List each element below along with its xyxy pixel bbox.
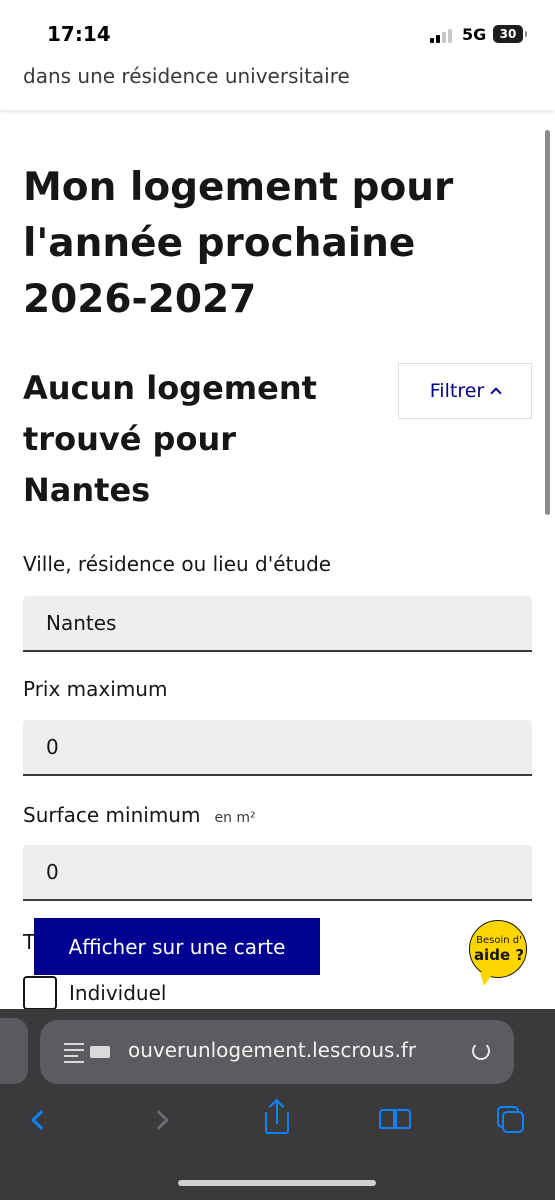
- share-button[interactable]: [257, 1098, 297, 1140]
- min-surface-unit-hint: en m²: [214, 810, 256, 826]
- forward-button[interactable]: [144, 1100, 184, 1140]
- network-type: 5G: [462, 25, 487, 44]
- forward-chevron-icon: [149, 1110, 169, 1130]
- previous-tab-peek[interactable]: [0, 1018, 28, 1084]
- max-price-input[interactable]: [23, 720, 532, 776]
- bookmarks-button[interactable]: [375, 1100, 415, 1140]
- reload-icon[interactable]: [472, 1042, 490, 1060]
- min-surface-input[interactable]: [23, 845, 532, 901]
- location-input[interactable]: [23, 596, 532, 652]
- chevron-up-icon: [490, 387, 502, 399]
- location-label: Ville, résidence ou lieu d'étude: [23, 552, 332, 576]
- back-button[interactable]: [22, 1100, 62, 1140]
- status-time: 17:14: [47, 22, 111, 46]
- filter-button-label: Filtrer: [429, 380, 485, 402]
- home-indicator[interactable]: [178, 1180, 376, 1186]
- address-bar[interactable]: ouverunlogement.lescrous.fr: [40, 1020, 514, 1084]
- min-surface-label: Surface minimum en m²: [23, 803, 256, 827]
- help-line-1: Besoin d': [476, 935, 522, 946]
- type-individual-option[interactable]: Individuel: [23, 976, 166, 1010]
- battery-icon: 30: [493, 25, 527, 43]
- signal-icon: [430, 27, 456, 43]
- status-bar: 17:14 5G 30: [0, 0, 555, 62]
- page-scrollbar[interactable]: [545, 130, 550, 515]
- min-surface-label-text: Surface minimum: [23, 803, 201, 827]
- header-subtitle: dans une résidence universitaire: [23, 64, 350, 88]
- filter-button[interactable]: Filtrer: [398, 363, 532, 419]
- show-map-button[interactable]: Afficher sur une carte: [34, 918, 320, 975]
- url-text: ouverunlogement.lescrous.fr: [128, 1038, 417, 1062]
- max-price-label: Prix maximum: [23, 677, 168, 701]
- individual-checkbox-label: Individuel: [69, 981, 167, 1005]
- page-title: Mon logement pour l'année prochaine 2026…: [23, 165, 454, 322]
- tabs-button[interactable]: [491, 1100, 531, 1140]
- site-header: dans une résidence universitaire: [0, 62, 555, 110]
- help-line-2: aide ?: [473, 946, 525, 964]
- extension-icon[interactable]: [90, 1046, 110, 1058]
- back-chevron-icon: [31, 1110, 51, 1130]
- results-title: Aucun logement trouvé pour Nantes: [23, 369, 317, 509]
- help-chat-button[interactable]: Besoin d' aide ?: [469, 920, 527, 986]
- individual-checkbox[interactable]: [23, 976, 57, 1010]
- page-menu-icon[interactable]: [64, 1042, 84, 1063]
